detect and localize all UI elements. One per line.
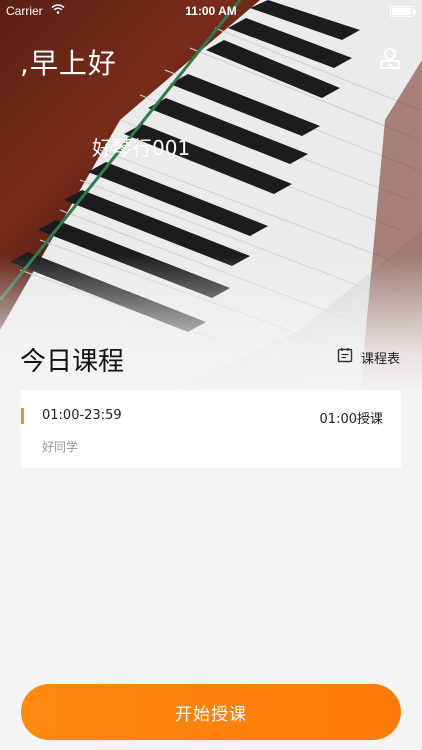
studio-name: 好琴行001 [92,136,191,160]
battery-icon [390,6,416,17]
status-time: 11:00 AM [185,4,237,18]
lesson-accent-bar [21,408,24,424]
status-bar: Carrier 11:00 AM [0,0,422,22]
today-courses-title: 今日课程 [20,347,125,377]
schedule-link[interactable]: 课程表 [337,347,400,367]
lesson-student-name: 好同学 [42,440,79,454]
calendar-icon [337,347,353,367]
greeting-text: ,早上好 [20,47,117,80]
start-teaching-button[interactable]: 开始授课 [21,684,401,740]
lesson-time-range: 01:00-23:59 [42,408,122,423]
lesson-start-time-action[interactable]: 01:00授课 [320,408,383,427]
lesson-card[interactable]: 01:00-23:59 01:00授课 好同学 [21,390,401,468]
user-icon[interactable] [378,46,402,70]
schedule-label: 课程表 [360,351,400,367]
